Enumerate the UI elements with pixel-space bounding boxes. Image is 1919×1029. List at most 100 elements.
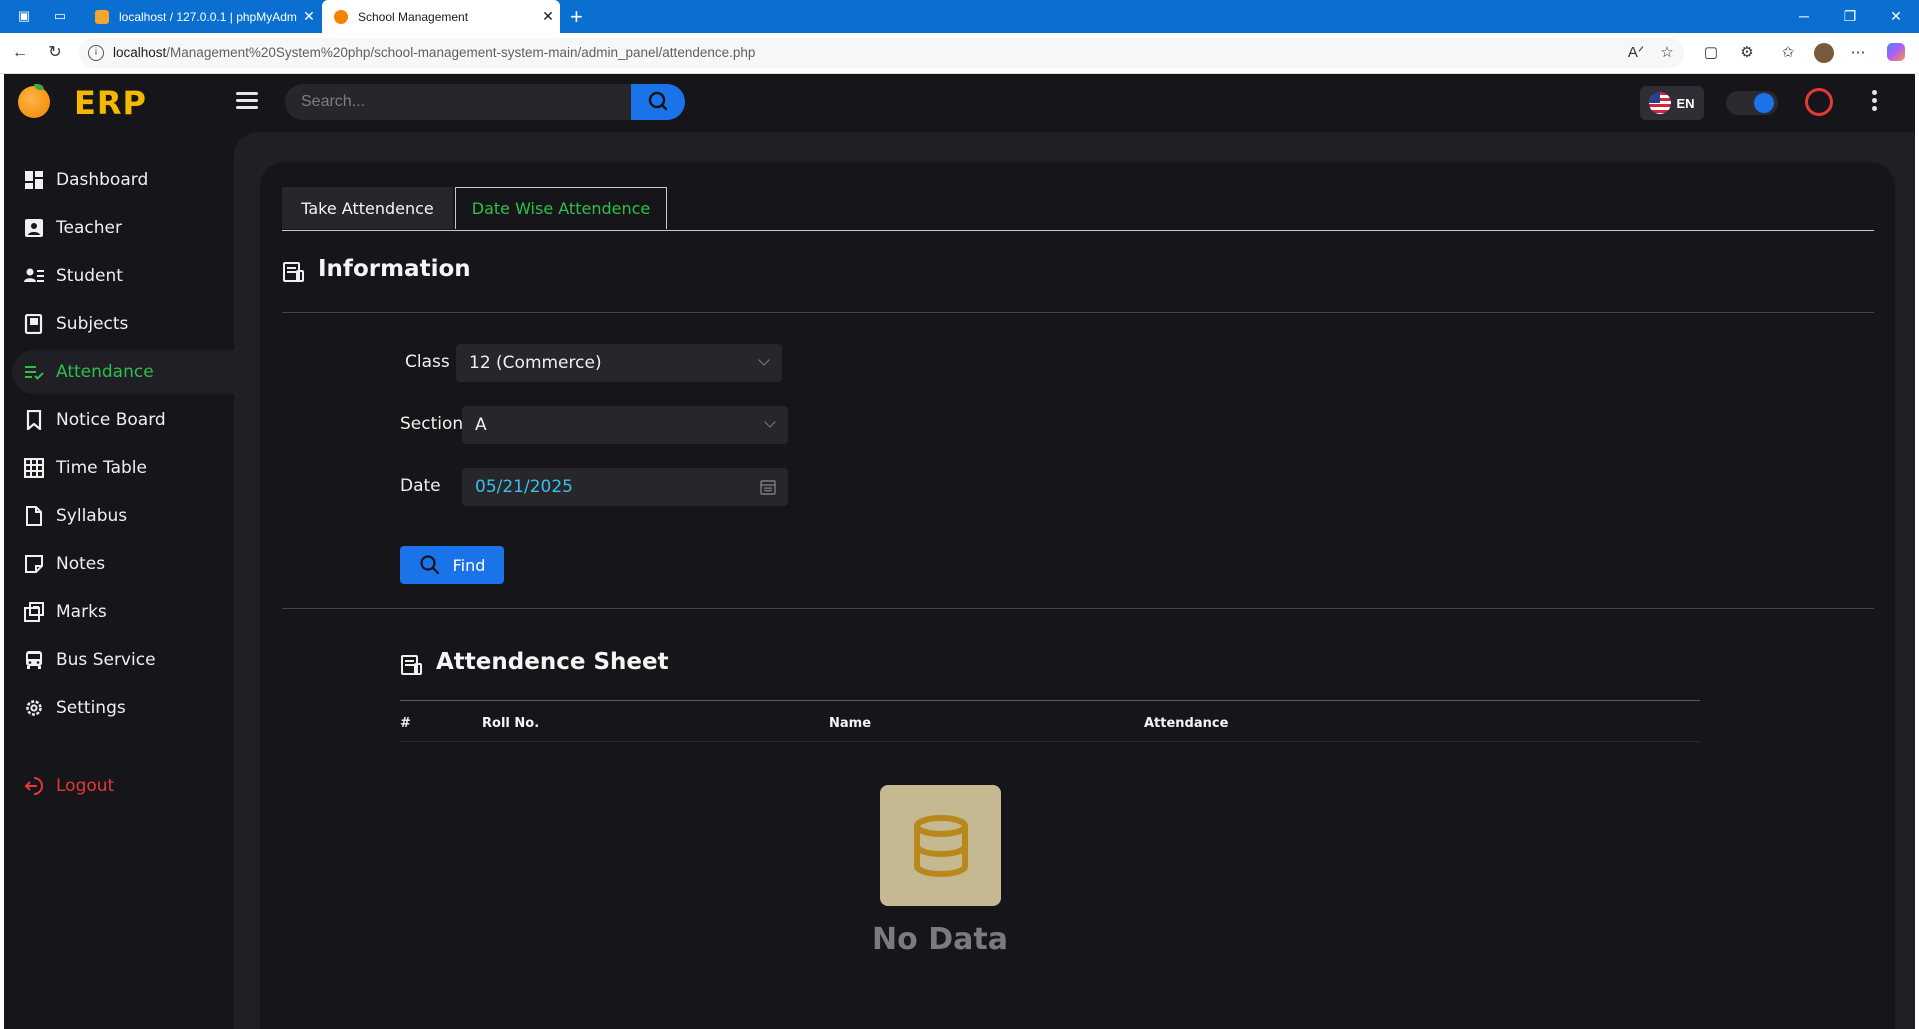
browser-titlebar: ▣ ▭ localhost / 127.0.0.1 | phpMyAdmin ✕… — [0, 0, 1919, 33]
column-header-attendance: Attendance — [1144, 716, 1229, 731]
search-button[interactable] — [631, 84, 685, 120]
kebab-menu-icon[interactable] — [1872, 90, 1878, 114]
sidebar-item-attendance[interactable]: Attendance — [12, 350, 234, 394]
back-icon[interactable]: ← — [10, 43, 30, 63]
marks-icon — [24, 602, 44, 622]
restore-button[interactable]: ❐ — [1827, 0, 1873, 33]
sidebar-item-teacher[interactable]: Teacher — [12, 206, 234, 250]
sidebar: Dashboard Teacher Student Subjects Atten… — [4, 132, 234, 1029]
class-select[interactable]: 12 (Commerce) — [456, 344, 782, 382]
class-value: 12 (Commerce) — [469, 353, 602, 373]
theme-toggle[interactable] — [1726, 91, 1778, 115]
chevron-down-icon — [758, 354, 770, 366]
browser-tab-title: School Management — [358, 9, 469, 24]
class-label: Class — [405, 352, 450, 372]
find-button[interactable]: Find — [400, 546, 504, 584]
form-icon — [401, 655, 422, 675]
copilot-icon[interactable] — [1886, 43, 1906, 63]
orange-favicon-icon — [334, 9, 348, 24]
refresh-icon[interactable]: ↻ — [45, 43, 65, 63]
sidebar-item-label: Teacher — [56, 218, 122, 238]
sidebar-item-marks[interactable]: Marks — [12, 590, 234, 634]
close-tab-icon[interactable]: ✕ — [536, 8, 560, 25]
attendance-card: Take Attendence Date Wise Attendence Inf… — [260, 162, 1895, 1029]
sidebar-item-label: Dashboard — [56, 170, 149, 190]
address-bar: ← ↻ i localhost/Management%20System%20ph… — [0, 33, 1919, 74]
favorite-star-icon[interactable]: ☆ — [1657, 43, 1677, 63]
dashboard-icon — [24, 170, 44, 190]
read-aloud-icon[interactable]: Aᐟ — [1626, 43, 1646, 63]
logout-label: Logout — [56, 776, 115, 796]
split-screen-icon[interactable]: ▢ — [1701, 43, 1721, 63]
column-header-index: # — [400, 716, 411, 731]
sidebar-item-notice-board[interactable]: Notice Board — [12, 398, 234, 442]
close-window-button[interactable]: ✕ — [1873, 0, 1919, 33]
form-icon — [283, 262, 304, 282]
favorites-icon[interactable]: ✩ — [1778, 43, 1798, 63]
browser-tab-school-management[interactable]: School Management ✕ — [322, 0, 560, 33]
checklist-icon — [24, 362, 44, 382]
search-input[interactable] — [285, 84, 631, 120]
browser-tab-phpmyadmin[interactable]: localhost / 127.0.0.1 | phpMyAdmin ✕ — [83, 0, 321, 33]
sidebar-item-settings[interactable]: Settings — [12, 686, 234, 730]
more-options-icon[interactable]: ⋯ — [1848, 43, 1868, 63]
database-icon — [913, 814, 968, 877]
extensions-icon[interactable]: ⚙ — [1737, 43, 1757, 63]
url-text[interactable]: localhost/Management%20System%20php/scho… — [113, 45, 755, 60]
sidebar-item-label: Time Table — [56, 458, 147, 478]
attendance-sheet-header: Attendence Sheet — [400, 647, 669, 677]
page-title: Information — [318, 256, 471, 282]
sidebar-item-label: Marks — [56, 602, 107, 622]
app-root: ERP EN Dashboard Teacher Student — [4, 74, 1915, 1029]
browser-tab-title: localhost / 127.0.0.1 | phpMyAdmin — [119, 9, 297, 24]
divider — [282, 608, 1874, 609]
sidebar-item-subjects[interactable]: Subjects — [12, 302, 234, 346]
sidebar-item-label: Subjects — [56, 314, 129, 334]
empty-state-box — [880, 785, 1001, 906]
document-icon — [24, 506, 44, 526]
sidebar-item-dashboard[interactable]: Dashboard — [12, 158, 234, 202]
sidebar-item-label: Attendance — [56, 362, 154, 382]
url-field[interactable]: i localhost/Management%20System%20php/sc… — [79, 38, 1684, 68]
information-header: Information — [282, 254, 471, 284]
sidebar-item-syllabus[interactable]: Syllabus — [12, 494, 234, 538]
note-icon — [24, 554, 44, 574]
workspaces-icon[interactable]: ▣ — [16, 8, 32, 24]
sidebar-item-label: Student — [56, 266, 123, 286]
sidebar-item-student[interactable]: Student — [12, 254, 234, 298]
tab-take-attendance[interactable]: Take Attendence — [282, 187, 453, 229]
chevron-down-icon — [764, 416, 776, 428]
bookmark-icon — [24, 410, 44, 430]
bus-icon — [24, 650, 44, 670]
sidebar-item-time-table[interactable]: Time Table — [12, 446, 234, 490]
sidebar-item-label: Notice Board — [56, 410, 166, 430]
sidebar-item-logout[interactable]: Logout — [12, 764, 234, 808]
power-icon[interactable] — [1805, 88, 1833, 116]
section-select[interactable]: A — [462, 406, 788, 444]
hamburger-menu-icon[interactable] — [236, 92, 258, 110]
calendar-icon[interactable] — [760, 479, 776, 495]
tab-date-wise-attendance[interactable]: Date Wise Attendence — [455, 187, 667, 229]
main-area: Take Attendence Date Wise Attendence Inf… — [234, 132, 1915, 1029]
sidebar-item-notes[interactable]: Notes — [12, 542, 234, 586]
profile-avatar[interactable] — [1814, 43, 1834, 63]
close-tab-icon[interactable]: ✕ — [297, 8, 321, 25]
section-label: Section — [400, 414, 464, 434]
divider — [282, 312, 1874, 313]
tab-actions-icon[interactable]: ▭ — [52, 8, 68, 24]
phpmyadmin-favicon-icon — [95, 9, 109, 24]
sidebar-item-label: Settings — [56, 698, 126, 718]
new-tab-button[interactable]: + — [570, 4, 583, 30]
language-label: EN — [1676, 95, 1695, 111]
date-input[interactable]: 05/21/2025 — [462, 468, 788, 506]
student-icon — [24, 266, 44, 286]
site-info-icon[interactable]: i — [88, 45, 104, 61]
minimize-button[interactable]: ─ — [1781, 0, 1827, 33]
toggle-knob — [1754, 93, 1774, 113]
empty-state-text: No Data — [872, 922, 1008, 957]
url-host: localhost — [113, 45, 167, 60]
language-selector[interactable]: EN — [1640, 86, 1704, 120]
book-icon — [24, 314, 44, 334]
search-icon — [648, 91, 668, 111]
sidebar-item-bus-service[interactable]: Bus Service — [12, 638, 234, 682]
